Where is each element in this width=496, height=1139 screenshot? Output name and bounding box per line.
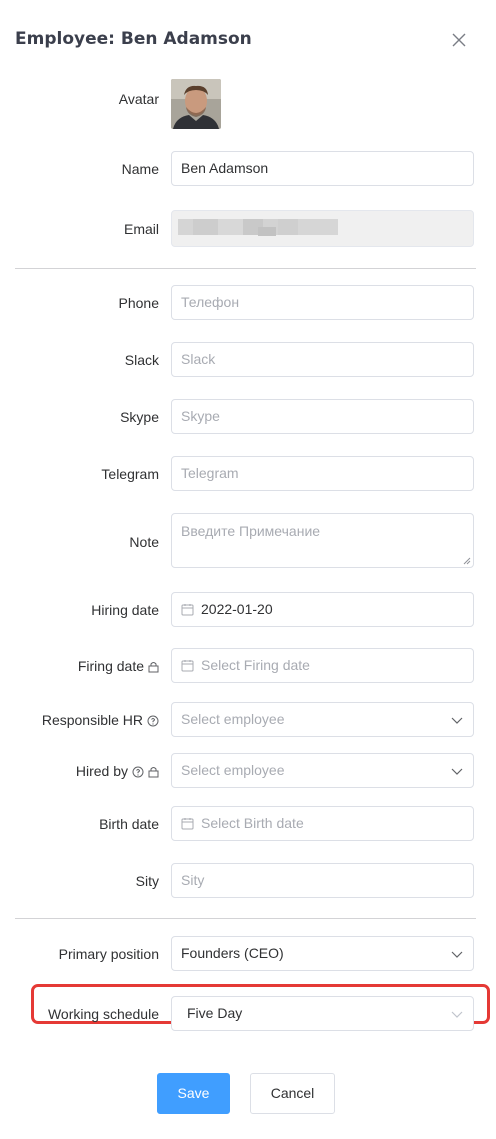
birth-date-picker[interactable]: Select Birth date [171,806,474,841]
help-icon[interactable] [132,766,144,778]
phone-placeholder: Телефон [181,294,240,310]
hired-by-label: Hired by [76,761,159,781]
responsible-hr-label-text: Responsible HR [41,712,143,728]
calendar-icon [181,818,194,830]
avatar[interactable] [171,79,221,129]
firing-date-picker[interactable]: Select Firing date [171,648,474,683]
chevron-down-icon [451,951,463,958]
chevron-down-icon [451,717,463,724]
firing-date-label-text: Firing date [77,658,144,674]
working-schedule-select[interactable]: Five Day [171,996,474,1031]
save-button[interactable]: Save [157,1073,230,1114]
birth-date-placeholder: Select Birth date [201,815,304,831]
calendar-icon [181,660,194,672]
note-label: Note [129,534,159,550]
lock-icon [148,662,159,673]
lock-icon [148,767,159,778]
help-icon[interactable] [147,715,159,727]
birth-date-label: Birth date [99,816,159,832]
name-value: Ben Adamson [181,160,269,176]
cancel-button[interactable]: Cancel [250,1073,335,1114]
chevron-down-icon [451,1011,463,1018]
slack-label: Slack [124,352,159,368]
working-schedule-label: Working schedule [47,1006,159,1022]
firing-date-label: Firing date [78,656,159,676]
primary-position-value: Founders (CEO) [181,945,284,961]
email-label: Email [123,221,159,237]
hiring-date-picker[interactable]: 2022-01-20 [171,592,474,627]
hiring-date-value: 2022-01-20 [201,601,273,617]
responsible-hr-select[interactable]: Select employee [171,702,474,737]
dialog-title: Employee: Ben Adamson [15,29,252,49]
sity-label: Sity [135,873,159,889]
note-placeholder: Введите Примечание [181,523,321,539]
email-input[interactable] [171,210,474,247]
hired-by-label-text: Hired by [75,763,128,779]
note-textarea[interactable]: Введите Примечание [171,513,474,568]
skype-placeholder: Skype [181,408,220,424]
section-divider [15,918,476,919]
chevron-down-icon [451,768,463,775]
sity-input[interactable]: Sity [171,863,474,898]
hired-by-placeholder: Select employee [181,762,285,778]
resize-handle-icon[interactable] [463,557,471,565]
telegram-input[interactable]: Telegram [171,456,474,491]
telegram-placeholder: Telegram [181,465,239,481]
responsible-hr-label: Responsible HR [42,710,159,730]
phone-label: Phone [118,295,159,311]
name-label: Name [121,161,159,177]
primary-position-select[interactable]: Founders (CEO) [171,936,474,971]
hired-by-select[interactable]: Select employee [171,753,474,788]
telegram-label: Telegram [101,466,159,482]
skype-label: Skype [120,409,159,425]
sity-placeholder: Sity [181,872,205,888]
phone-input[interactable]: Телефон [171,285,474,320]
primary-position-label: Primary position [58,946,159,962]
hiring-date-label: Hiring date [91,602,159,618]
avatar-label: Avatar [118,91,159,107]
section-divider [15,268,476,269]
responsible-hr-placeholder: Select employee [181,711,285,727]
calendar-icon [181,604,194,616]
working-schedule-value: Five Day [187,1005,243,1021]
slack-placeholder: Slack [181,351,216,367]
skype-input[interactable]: Skype [171,399,474,434]
name-input[interactable]: Ben Adamson [171,151,474,186]
slack-input[interactable]: Slack [171,342,474,377]
redacted-email [178,219,338,236]
close-icon[interactable] [449,30,469,50]
firing-date-placeholder: Select Firing date [201,657,310,673]
